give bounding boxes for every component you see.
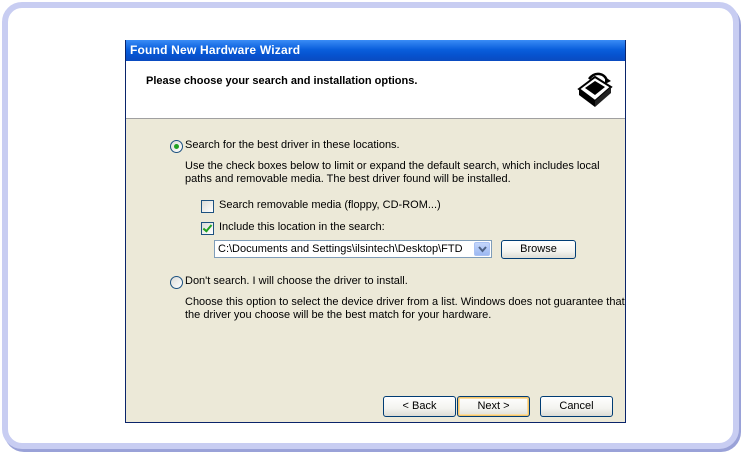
window-title: Found New Hardware Wizard	[126, 40, 625, 61]
header-title: Please choose your search and installati…	[146, 75, 418, 87]
removable-media-checkbox[interactable]	[201, 200, 214, 213]
wizard-header: Please choose your search and installati…	[126, 61, 625, 119]
dont-search-description-line2: the driver you choose will be the best m…	[185, 309, 492, 321]
removable-media-label[interactable]: Search removable media (floppy, CD-ROM..…	[219, 199, 441, 211]
search-description-line2: paths and removable media. The best driv…	[185, 173, 511, 185]
include-location-label[interactable]: Include this location in the search:	[219, 221, 385, 233]
dont-search-radio[interactable]	[170, 276, 183, 289]
browse-button[interactable]: Browse	[501, 240, 576, 259]
location-combobox[interactable]: C:\Documents and Settings\ilsintech\Desk…	[214, 240, 492, 258]
hardware-wizard-icon	[575, 69, 615, 109]
search-description-line1: Use the check boxes below to limit or ex…	[185, 160, 600, 172]
chevron-down-icon[interactable]	[474, 242, 490, 256]
wizard-window: Found New Hardware Wizard Please choose …	[125, 40, 626, 423]
back-button[interactable]: < Back	[383, 396, 456, 417]
search-radio-label[interactable]: Search for the best driver in these loca…	[185, 139, 400, 151]
dont-search-radio-label[interactable]: Don't search. I will choose the driver t…	[185, 275, 408, 287]
location-value: C:\Documents and Settings\ilsintech\Desk…	[218, 243, 463, 255]
wizard-body: Search for the best driver in these loca…	[126, 119, 625, 379]
search-radio[interactable]	[170, 140, 183, 153]
include-location-checkbox[interactable]	[201, 222, 214, 235]
cancel-button[interactable]: Cancel	[540, 396, 613, 417]
dont-search-description-line1: Choose this option to select the device …	[185, 296, 625, 308]
next-button[interactable]: Next >	[457, 396, 530, 417]
